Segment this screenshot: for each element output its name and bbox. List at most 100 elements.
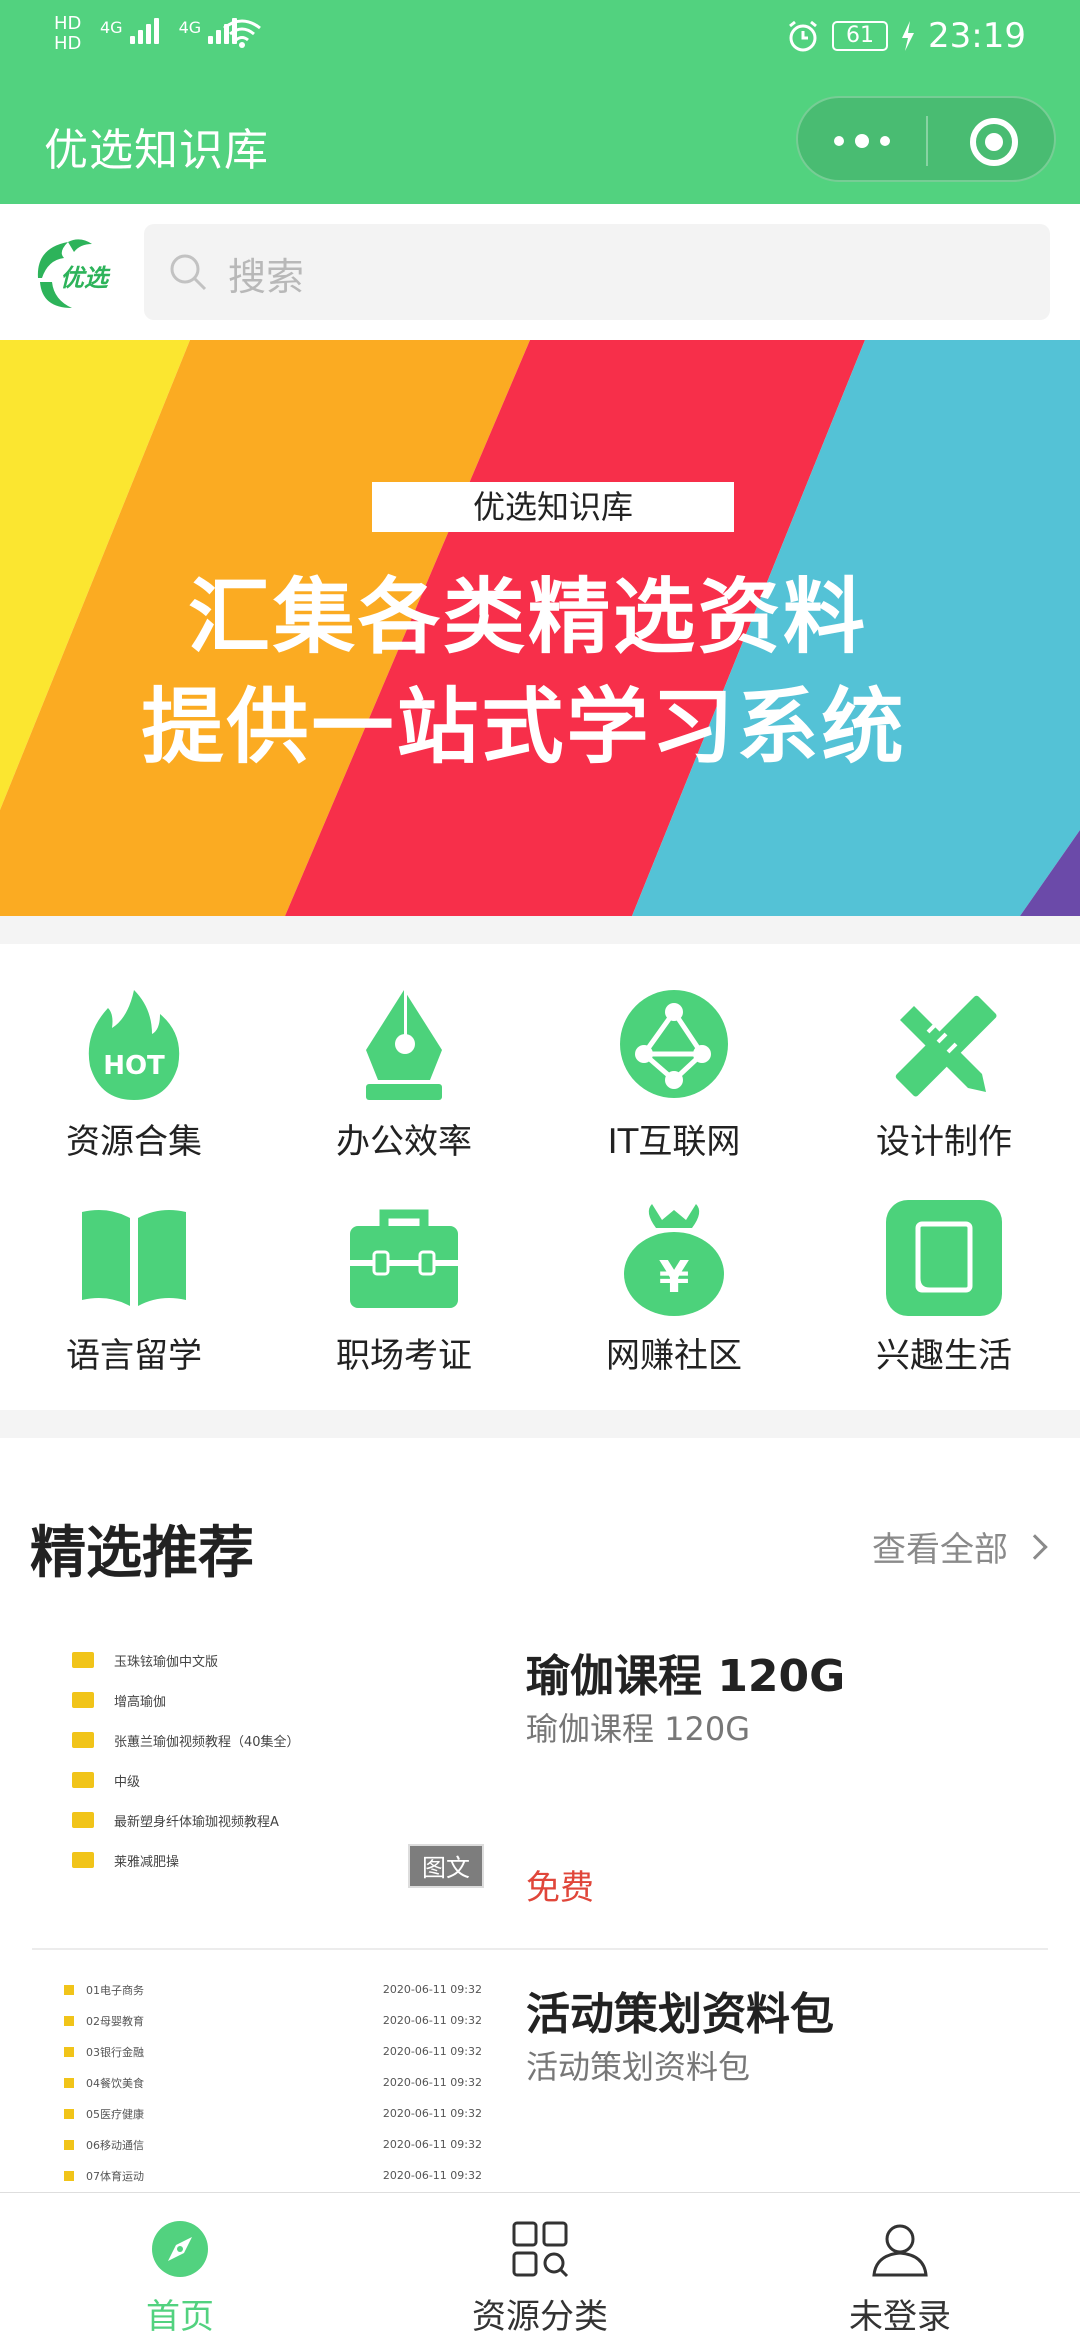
folder-row: 玉珠铉瑜伽中文版 bbox=[32, 1640, 492, 1680]
promo-banner[interactable]: 优选知识库 汇集各类精选资料 提供一站式学习系统 bbox=[0, 340, 1080, 916]
category-item-design[interactable]: 设计制作 bbox=[834, 944, 1054, 1162]
file-name: 03银行金融 bbox=[86, 2045, 144, 2059]
pen-nib-icon bbox=[366, 990, 442, 1100]
wifi-icon bbox=[223, 19, 261, 48]
charging-icon bbox=[902, 21, 915, 51]
search-row: 优选 搜索 bbox=[0, 204, 1080, 340]
category-item-office[interactable]: 办公效率 bbox=[294, 944, 514, 1162]
tab-label: 资源分类 bbox=[472, 2297, 608, 2337]
file-date: 2020-06-11 09:32 bbox=[382, 2107, 482, 2120]
card-divider bbox=[32, 1948, 1048, 1950]
folder-icon bbox=[72, 1812, 94, 1828]
hot-flame-icon: HOT bbox=[88, 990, 180, 1100]
category-label: 设计制作 bbox=[876, 1122, 1012, 1162]
folder-name: 玉珠铉瑜伽中文版 bbox=[114, 1654, 219, 1670]
user-icon bbox=[872, 2224, 928, 2277]
network-globe-icon bbox=[620, 990, 728, 1098]
hd-label-1: HD bbox=[54, 13, 82, 34]
card-title: 活动策划资料包 bbox=[526, 1989, 834, 2040]
category-label: 职场考证 bbox=[336, 1336, 472, 1376]
folder-icon bbox=[72, 1652, 94, 1668]
folder-row: 张蕙兰瑜伽视频教程（40集全） bbox=[32, 1720, 492, 1760]
bottom-tab-bar: 首页 资源分类 未登录 bbox=[0, 2192, 1080, 2340]
more-menu-icon[interactable] bbox=[834, 128, 890, 154]
tab-label: 首页 bbox=[146, 2297, 214, 2337]
category-label: 资源合集 bbox=[66, 1122, 202, 1162]
folder-icon bbox=[64, 2077, 74, 2088]
file-name: 06移动通信 bbox=[86, 2138, 144, 2152]
capsule-divider bbox=[926, 116, 928, 166]
folder-name: 莱雅减肥操 bbox=[114, 1854, 180, 1870]
file-date: 2020-06-11 09:32 bbox=[382, 2138, 482, 2151]
category-label: 办公效率 bbox=[336, 1122, 472, 1162]
status-bar: HD HD 4G 4G 61 23:19 bbox=[0, 0, 1080, 76]
yen-symbol: ¥ bbox=[659, 1252, 690, 1303]
folder-icon bbox=[72, 1732, 94, 1748]
file-name: 04餐饮美食 bbox=[86, 2076, 144, 2090]
folder-icon bbox=[64, 2139, 74, 2150]
pencil-ruler-icon bbox=[895, 995, 997, 1097]
category-item-career[interactable]: 职场考证 bbox=[294, 1158, 514, 1376]
file-name: 01电子商务 bbox=[86, 1983, 144, 1997]
banner-tag: 优选知识库 bbox=[372, 482, 734, 532]
file-date: 2020-06-11 09:32 bbox=[382, 2045, 482, 2058]
battery-level: 61 bbox=[832, 21, 889, 51]
category-item-resources[interactable]: HOT 资源合集 bbox=[24, 944, 244, 1162]
category-label: 兴趣生活 bbox=[876, 1336, 1012, 1376]
card-thumbnail: 玉珠铉瑜伽中文版 增高瑜伽 张蕙兰瑜伽视频教程（40集全） 中级 最新塑身纤体瑜… bbox=[32, 1620, 492, 1906]
category-item-earn[interactable]: ¥ 网赚社区 bbox=[564, 1158, 784, 1376]
open-book-icon bbox=[82, 1210, 186, 1306]
tab-profile[interactable]: 未登录 bbox=[720, 2193, 1080, 2341]
banner-headline-2: 提供一站式学习系统 bbox=[141, 680, 907, 775]
folder-icon bbox=[64, 2046, 74, 2057]
search-icon bbox=[170, 254, 207, 291]
logo-text: 优选 bbox=[60, 264, 111, 292]
search-input[interactable]: 搜索 bbox=[144, 224, 1050, 320]
file-name: 02母婴教育 bbox=[86, 2014, 144, 2028]
file-row: 07体育运动 2020-06-11 09:32 bbox=[32, 2160, 492, 2191]
folder-icon bbox=[72, 1852, 94, 1868]
folder-name: 中级 bbox=[114, 1774, 141, 1790]
folder-name: 增高瑜伽 bbox=[114, 1694, 167, 1710]
folder-icon bbox=[64, 2015, 74, 2026]
folder-icon bbox=[72, 1692, 94, 1708]
folder-row: 中级 bbox=[32, 1760, 492, 1800]
top-bar: HD HD 4G 4G 61 23:19 优选知识库 bbox=[0, 0, 1080, 204]
hd-indicator: HD HD bbox=[54, 14, 81, 54]
media-type-badge: 图文 bbox=[408, 1844, 484, 1888]
file-date: 2020-06-11 09:32 bbox=[382, 2076, 482, 2089]
category-label: IT互联网 bbox=[607, 1122, 741, 1162]
brand-logo: 优选 bbox=[37, 239, 111, 308]
file-row: 02母婴教育 2020-06-11 09:32 bbox=[32, 2005, 492, 2036]
signal-indicators: 4G 4G bbox=[100, 18, 238, 44]
category-item-language[interactable]: 语言留学 bbox=[24, 1158, 244, 1376]
category-item-hobby[interactable]: 兴趣生活 bbox=[834, 1158, 1054, 1376]
folder-row: 最新塑身纤体瑜珈视频教程A bbox=[32, 1800, 492, 1840]
chevron-right-icon bbox=[1022, 1533, 1048, 1560]
section-gap bbox=[0, 916, 1080, 944]
view-all-link[interactable]: 查看全部 bbox=[872, 1522, 1048, 1571]
file-row: 05医疗健康 2020-06-11 09:32 bbox=[32, 2098, 492, 2129]
card-subtitle: 活动策划资料包 bbox=[526, 2048, 751, 2086]
page-title: 优选知识库 bbox=[44, 125, 269, 176]
folder-icon bbox=[72, 1772, 94, 1788]
tab-home[interactable]: 首页 bbox=[0, 2193, 360, 2341]
recommend-card[interactable]: 玉珠铉瑜伽中文版 增高瑜伽 张蕙兰瑜伽视频教程（40集全） 中级 最新塑身纤体瑜… bbox=[32, 1620, 1048, 1950]
section-gap bbox=[0, 1410, 1080, 1438]
file-name: 07体育运动 bbox=[86, 2169, 144, 2183]
close-target-icon[interactable] bbox=[970, 118, 1018, 166]
folder-icon bbox=[64, 2170, 74, 2181]
category-item-it[interactable]: IT互联网 bbox=[564, 944, 784, 1162]
search-placeholder: 搜索 bbox=[228, 255, 305, 299]
file-row: 04餐饮美食 2020-06-11 09:32 bbox=[32, 2067, 492, 2098]
network-type-2: 4G bbox=[178, 18, 202, 37]
network-type-1: 4G bbox=[100, 18, 123, 37]
file-name: 05医疗健康 bbox=[86, 2107, 144, 2121]
category-grid: HOT 资源合集 办公效率 IT互联网 设计制作 语言留学 职场考证 ¥ 网赚社… bbox=[0, 944, 1080, 1410]
hot-label: HOT bbox=[103, 1051, 165, 1081]
hd-label-2: HD bbox=[54, 33, 82, 54]
miniprogram-capsule bbox=[796, 96, 1056, 182]
tab-categories[interactable]: 资源分类 bbox=[360, 2193, 720, 2341]
card-subtitle: 瑜伽课程 120G bbox=[526, 1710, 751, 1748]
folder-icon bbox=[64, 2108, 74, 2119]
